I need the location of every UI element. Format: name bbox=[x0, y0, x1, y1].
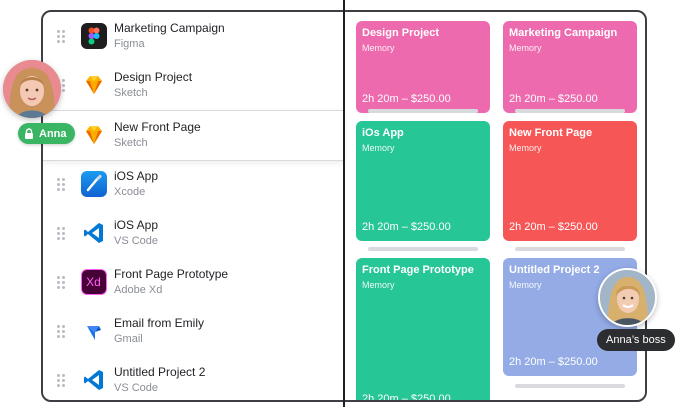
card-price: 2h 20m – $250.00 bbox=[362, 393, 451, 402]
item-title: Design Project bbox=[114, 70, 193, 84]
task-card[interactable]: Marketing Campaign Memory 2h 20m – $250.… bbox=[503, 21, 637, 113]
card-subtitle: Memory bbox=[509, 143, 542, 153]
resize-handle[interactable] bbox=[515, 384, 625, 388]
item-app: VS Code bbox=[114, 382, 159, 394]
item-title: iOS App bbox=[114, 169, 159, 183]
gmail-icon bbox=[81, 318, 107, 344]
list-item[interactable]: iOS App VS Code bbox=[43, 209, 343, 258]
item-app: Adobe Xd bbox=[114, 284, 163, 296]
drag-handle[interactable] bbox=[57, 274, 67, 290]
resize-handle[interactable] bbox=[368, 247, 478, 251]
adobe-xd-icon: Xd bbox=[81, 269, 107, 295]
list-item[interactable]: Untitled Project 2 VS Code bbox=[43, 356, 343, 400]
sketch-icon bbox=[81, 72, 107, 98]
collaborator-badge-boss: Anna’s boss bbox=[597, 329, 675, 351]
task-card[interactable]: Front Page Prototype Memory 2h 20m – $25… bbox=[356, 258, 490, 402]
item-title: New Front Page bbox=[114, 120, 201, 134]
card-title: New Front Page bbox=[509, 127, 593, 139]
item-app: Sketch bbox=[114, 137, 148, 149]
xcode-icon bbox=[81, 171, 107, 197]
task-card[interactable]: Design Project Memory 2h 20m – $250.00 bbox=[356, 21, 490, 113]
drag-handle[interactable] bbox=[57, 28, 67, 44]
card-price: 2h 20m – $250.00 bbox=[509, 221, 598, 233]
list-item[interactable]: iOS App Xcode bbox=[43, 160, 343, 209]
list-item[interactable]: Email from Emily Gmail bbox=[43, 307, 343, 356]
task-card[interactable]: iOs App Memory 2h 20m – $250.00 bbox=[356, 121, 490, 241]
item-title: Marketing Campaign bbox=[114, 21, 225, 35]
avatar-annas-boss bbox=[598, 268, 657, 327]
card-subtitle: Memory bbox=[362, 43, 395, 53]
drag-handle[interactable] bbox=[57, 176, 67, 192]
card-title: Front Page Prototype bbox=[362, 264, 474, 276]
task-card[interactable]: New Front Page Memory 2h 20m – $250.00 bbox=[503, 121, 637, 241]
collaborator-name: Anna bbox=[39, 127, 67, 140]
item-title: Untitled Project 2 bbox=[114, 365, 206, 379]
item-title: Front Page Prototype bbox=[114, 267, 229, 281]
card-subtitle: Memory bbox=[362, 143, 395, 153]
drag-handle[interactable] bbox=[57, 323, 67, 339]
avatar-anna bbox=[3, 60, 61, 118]
card-title: Untitled Project 2 bbox=[509, 264, 600, 276]
item-app: Sketch bbox=[114, 87, 148, 99]
card-title: iOs App bbox=[362, 127, 404, 139]
collaborator-badge-anna: Anna bbox=[18, 123, 75, 144]
drag-handle[interactable] bbox=[57, 372, 67, 388]
drag-handle[interactable] bbox=[57, 225, 67, 241]
item-app: Figma bbox=[114, 38, 145, 50]
column-divider[interactable] bbox=[343, 0, 345, 407]
card-price: 2h 20m – $250.00 bbox=[362, 221, 451, 233]
item-app: VS Code bbox=[114, 235, 159, 247]
card-title: Marketing Campaign bbox=[509, 27, 618, 39]
card-price: 2h 20m – $250.00 bbox=[509, 93, 598, 105]
lock-icon bbox=[25, 128, 33, 139]
card-subtitle: Memory bbox=[509, 280, 542, 290]
item-title: Email from Emily bbox=[114, 316, 205, 330]
item-title: iOS App bbox=[114, 218, 159, 232]
item-app: Xcode bbox=[114, 186, 146, 198]
vscode-icon bbox=[81, 220, 107, 246]
card-price: 2h 20m – $250.00 bbox=[509, 356, 598, 368]
card-subtitle: Memory bbox=[362, 280, 395, 290]
resize-handle[interactable] bbox=[515, 247, 625, 251]
card-price: 2h 20m – $250.00 bbox=[362, 93, 451, 105]
card-title: Design Project bbox=[362, 27, 440, 39]
resize-handle[interactable] bbox=[368, 109, 478, 113]
svg-text:Xd: Xd bbox=[86, 275, 101, 289]
figma-icon bbox=[81, 23, 107, 49]
list-item-dragging[interactable]: New Front Page Sketch bbox=[43, 110, 343, 161]
task-list: Marketing Campaign Figma Design Project … bbox=[43, 12, 343, 400]
list-item[interactable]: Design Project Sketch bbox=[43, 61, 343, 110]
collaborator-name: Anna’s boss bbox=[606, 334, 666, 346]
card-subtitle: Memory bbox=[509, 43, 542, 53]
sketch-icon bbox=[81, 122, 107, 148]
list-item[interactable]: Marketing Campaign Figma bbox=[43, 12, 343, 61]
item-app: Gmail bbox=[114, 333, 143, 345]
vscode-icon bbox=[81, 367, 107, 393]
resize-handle[interactable] bbox=[515, 109, 625, 113]
list-item[interactable]: Xd Front Page Prototype Adobe Xd bbox=[43, 258, 343, 307]
